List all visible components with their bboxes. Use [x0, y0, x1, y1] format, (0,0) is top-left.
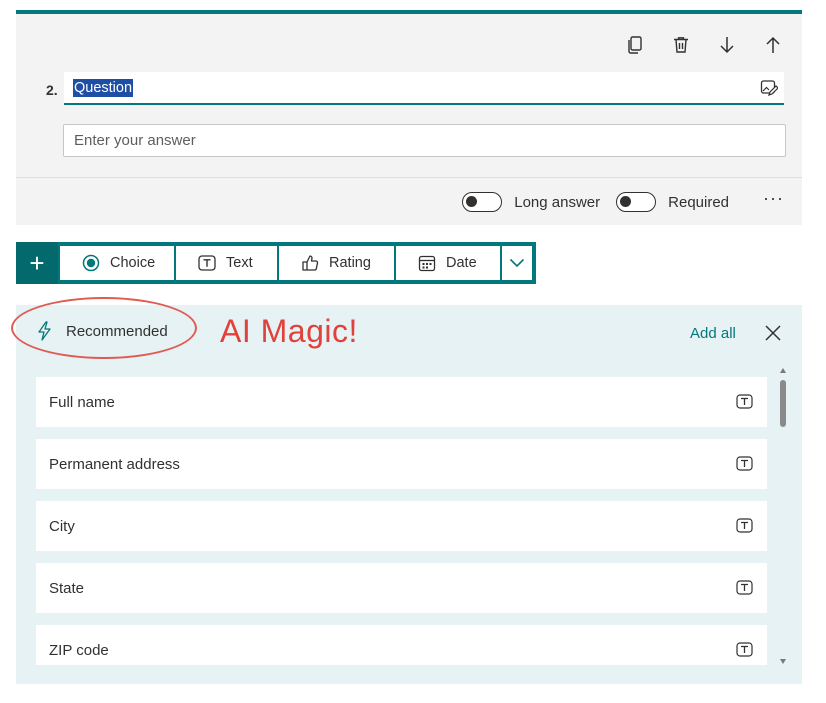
copy-icon[interactable]: [624, 34, 646, 56]
question-toolbar: [624, 34, 784, 56]
annotation-text: AI Magic!: [220, 313, 358, 349]
add-rating-button[interactable]: Rating: [279, 246, 394, 280]
recommended-header: Recommended: [36, 321, 168, 341]
divider: [16, 177, 802, 178]
recommended-panel: Recommended AI Magic! Add all Full name …: [11, 297, 802, 684]
scroll-up-icon[interactable]: [780, 368, 786, 373]
recommended-item[interactable]: City: [36, 501, 767, 551]
date-label: Date: [446, 255, 477, 271]
lightning-icon: [36, 321, 52, 341]
recommended-item-label: Permanent address: [49, 455, 180, 473]
long-answer-label: Long answer: [514, 193, 601, 211]
radio-icon: [82, 254, 100, 272]
question-card: 2. Question Enter your answer Long answe…: [16, 10, 802, 225]
question-footer: Long answer Required ···: [462, 189, 784, 212]
add-choice-button[interactable]: Choice: [60, 246, 174, 280]
add-date-button[interactable]: Date: [396, 246, 500, 280]
edit-image-icon[interactable]: [760, 79, 779, 102]
question-number: 2.: [46, 82, 58, 98]
scroll-down-icon[interactable]: [780, 659, 786, 664]
text-icon: [736, 580, 753, 599]
move-up-icon[interactable]: [762, 34, 784, 56]
rating-label: Rating: [329, 255, 371, 271]
question-title-text: Question: [73, 78, 134, 97]
recommended-item-label: City: [49, 517, 75, 535]
recommended-item[interactable]: ZIP code: [36, 625, 767, 665]
question-title-field[interactable]: Question: [64, 72, 784, 105]
add-question-toolbar: + Choice Text Rating Date: [16, 242, 536, 284]
recommended-item-label: Full name: [49, 393, 115, 411]
text-icon: [198, 255, 216, 271]
choice-label: Choice: [110, 255, 156, 271]
scrollbar-thumb[interactable]: [780, 380, 786, 427]
more-question-types-button[interactable]: [502, 246, 532, 280]
more-options-icon[interactable]: ···: [763, 189, 784, 211]
required-label: Required: [668, 193, 730, 211]
move-down-icon[interactable]: [716, 34, 738, 56]
recommended-label: Recommended: [66, 322, 168, 340]
delete-icon[interactable]: [670, 34, 692, 56]
add-text-button[interactable]: Text: [176, 246, 277, 280]
recommended-item[interactable]: Full name: [36, 377, 767, 427]
long-answer-toggle[interactable]: [462, 192, 503, 212]
required-toggle[interactable]: [616, 192, 657, 212]
text-icon: [736, 456, 753, 475]
text-icon: [736, 642, 753, 661]
chevron-down-icon: [509, 258, 525, 268]
text-icon: [736, 394, 753, 413]
answer-input[interactable]: Enter your answer: [63, 124, 786, 157]
text-label: Text: [226, 255, 253, 271]
recommended-item[interactable]: Permanent address: [36, 439, 767, 489]
recommended-list: Full name Permanent address City State Z…: [36, 377, 767, 665]
scrollbar[interactable]: [777, 368, 789, 664]
thumb-icon: [301, 254, 319, 272]
add-all-link[interactable]: Add all: [690, 325, 736, 342]
recommended-item[interactable]: State: [36, 563, 767, 613]
recommended-item-label: State: [49, 579, 85, 597]
text-icon: [736, 518, 753, 537]
add-new-button[interactable]: +: [16, 242, 58, 284]
close-icon[interactable]: [763, 323, 783, 343]
recommended-item-label: ZIP code: [49, 641, 109, 659]
calendar-icon: [418, 254, 436, 272]
